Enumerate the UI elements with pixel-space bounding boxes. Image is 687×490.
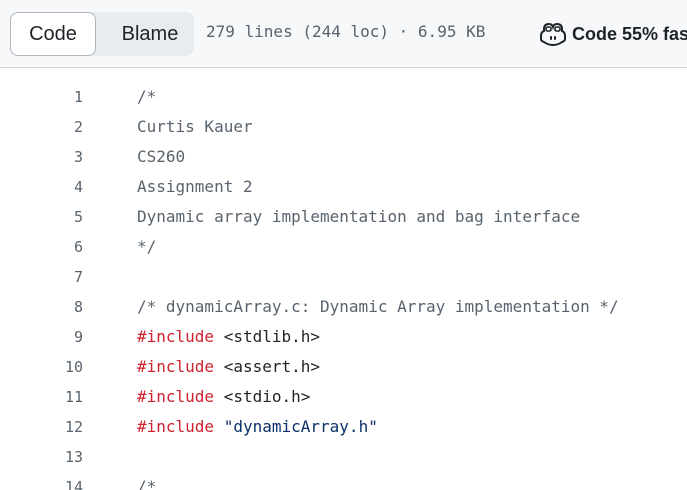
copilot-label: Code 55% fast (572, 23, 687, 44)
line-number[interactable]: 9 (0, 322, 83, 352)
line-content: CS260 (137, 142, 185, 172)
code-token-plain: <stdio.h> (214, 387, 311, 406)
code-token-comment: */ (137, 237, 157, 256)
code-view: 1 /* 2 Curtis Kauer 3 CS260 4 Assignment 2 5 Dyna… (0, 68, 687, 490)
line-number[interactable]: 3 (0, 142, 83, 172)
line-content: /* (137, 472, 156, 490)
line-number[interactable]: 4 (0, 172, 83, 202)
blame-tab[interactable]: Blame (106, 12, 194, 56)
line-number[interactable]: 2 (0, 112, 83, 142)
code-token-comment: /* dynamicArray.c: Dynamic Array impleme… (137, 297, 619, 316)
line-content: Curtis Kauer (137, 112, 253, 142)
code-line: 4 Assignment 2 (0, 172, 687, 202)
line-content: #include <stdio.h> (137, 382, 310, 412)
line-number[interactable]: 14 (0, 472, 83, 490)
line-number[interactable]: 13 (0, 442, 83, 472)
line-content: /* (137, 82, 156, 112)
line-content: #include <assert.h> (137, 352, 320, 382)
file-toolbar: Code Blame 279 lines (244 loc) · 6.95 KB… (0, 0, 687, 68)
code-line: 7 (0, 262, 687, 292)
code-line: 3 CS260 (0, 142, 687, 172)
code-token-keyword: #include (137, 357, 215, 376)
code-line: 5 Dynamic array implementation and bag in… (0, 202, 687, 232)
code-token-keyword: #include (137, 327, 215, 346)
line-content: /* dynamicArray.c: Dynamic Array impleme… (137, 292, 619, 322)
line-content: #include "dynamicArray.h" (137, 412, 378, 442)
code-line: 1 /* (0, 82, 687, 112)
code-line: 6 */ (0, 232, 687, 262)
line-number[interactable]: 6 (0, 232, 83, 262)
copilot-button[interactable]: Code 55% fast (540, 20, 687, 48)
code-line: 10 #include <assert.h> (0, 352, 687, 382)
copilot-icon (540, 22, 566, 46)
code-line: 11 #include <stdio.h> (0, 382, 687, 412)
code-line: 8 /* dynamicArray.c: Dynamic Array implem… (0, 292, 687, 322)
line-number[interactable]: 11 (0, 382, 83, 412)
code-token-comment: CS260 (137, 147, 186, 166)
code-token-comment: Curtis Kauer (137, 117, 253, 136)
code-line: 14 /* (0, 472, 687, 490)
line-number[interactable]: 5 (0, 202, 83, 232)
line-content: #include <stdlib.h> (137, 322, 320, 352)
code-line: 13 (0, 442, 687, 472)
code-line: 2 Curtis Kauer (0, 112, 687, 142)
line-number[interactable]: 8 (0, 292, 83, 322)
code-token-comment: /* (137, 477, 157, 490)
line-content: Assignment 2 (137, 172, 253, 202)
line-content: */ (137, 232, 156, 262)
code-tab[interactable]: Code (10, 12, 96, 56)
line-content: Dynamic array implementation and bag int… (137, 202, 580, 232)
code-token-plain: <stdlib.h> (214, 327, 321, 346)
code-token-plain: <assert.h> (214, 357, 321, 376)
line-number[interactable]: 12 (0, 412, 83, 442)
file-info: 279 lines (244 loc) · 6.95 KB (206, 22, 486, 41)
code-token-comment: Dynamic array implementation and bag int… (137, 207, 581, 226)
code-line: 12 #include "dynamicArray.h" (0, 412, 687, 442)
code-token-comment: Assignment 2 (137, 177, 253, 196)
code-token-keyword: #include (137, 417, 215, 436)
line-number[interactable]: 1 (0, 82, 83, 112)
code-token-string: "dynamicArray.h" (223, 417, 378, 436)
code-token-comment: /* (137, 87, 157, 106)
line-number[interactable]: 10 (0, 352, 83, 382)
line-number[interactable]: 7 (0, 262, 83, 292)
code-token-keyword: #include (137, 387, 215, 406)
view-toggle: Code Blame (10, 12, 194, 56)
code-line: 9 #include <stdlib.h> (0, 322, 687, 352)
